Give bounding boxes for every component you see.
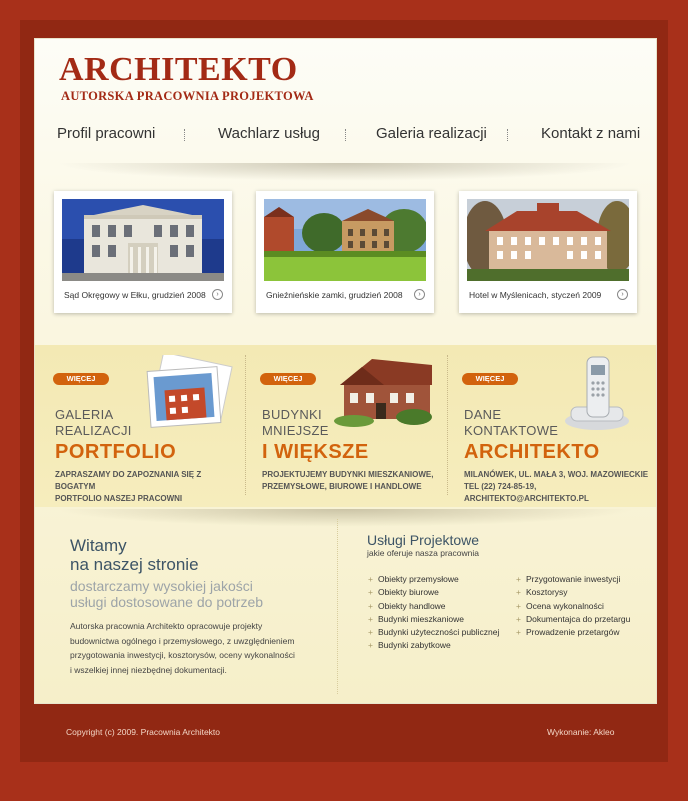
services-subtitle: jakie oferuje nasza pracownia xyxy=(367,548,479,558)
welcome-text-line: przygotowania inwestycji, kosztorysów, o… xyxy=(70,650,295,660)
service-item[interactable]: + Prowadzenie przetargów xyxy=(516,626,630,639)
feature-desc-line1: PROJEKTUJEMY BUDYNKI MIESZKANIOWE, xyxy=(262,470,434,479)
feature-contact: WIĘCEJ DANE KONTAKTOWE ARCHITEKTO MILANÓ… xyxy=(444,345,649,507)
gallery-card[interactable]: Gnieźnieńskie zamki, grudzień 2008 › xyxy=(256,191,434,313)
welcome-heading-line2: na naszej stronie xyxy=(70,555,199,574)
features-band: WIĘCEJ GALERIA REALIZACJI PORTFOLIO ZAPR… xyxy=(35,345,656,507)
nav-separator xyxy=(184,129,186,141)
gallery: Sąd Okręgowy w Ełku, grudzień 2008 › Gni… xyxy=(35,181,656,341)
welcome-text: Autorska pracownia Architekto opracowuje… xyxy=(70,619,320,677)
column-divider xyxy=(337,519,339,694)
feature-heading[interactable]: PORTFOLIO xyxy=(55,441,176,464)
feature-line1: GALERIA xyxy=(55,407,114,422)
feature-line2: REALIZACJI xyxy=(55,423,132,438)
plus-icon: + xyxy=(516,627,521,638)
features-shadow xyxy=(55,509,635,527)
gallery-card[interactable]: Hotel w Myślenicach, styczeń 2009 › xyxy=(459,191,637,313)
house-icon xyxy=(334,359,432,427)
services-list-left: + Obiekty przemysłowe + Obiekty biurowe + O… xyxy=(368,573,499,653)
service-item[interactable]: + Budynki mieszkaniowe xyxy=(368,613,499,626)
plus-icon: + xyxy=(516,600,521,611)
feature-portfolio: WIĘCEJ GALERIA REALIZACJI PORTFOLIO ZAPR… xyxy=(35,345,240,507)
feature-line2: KONTAKTOWE xyxy=(464,423,559,438)
photo-courthouse xyxy=(62,199,224,281)
more-button[interactable]: WIĘCEJ xyxy=(260,373,316,385)
services-list-right: + Przygotowanie inwestycji + Kosztorysy + O… xyxy=(516,573,630,639)
plus-icon: + xyxy=(516,574,521,584)
services-title: Usługi Projektowe xyxy=(367,532,480,548)
feature-buildings: WIĘCEJ BUDYNKI MNIEJSZE I WIĘKSZE PROJEK… xyxy=(242,345,447,507)
welcome-heading-line1: Witamy xyxy=(70,536,127,555)
phone-icon xyxy=(565,356,629,430)
gallery-caption: Gnieźnieńskie zamki, grudzień 2008 xyxy=(266,290,403,300)
feature-line1: DANE xyxy=(464,407,502,422)
service-item[interactable]: + Budynki zabytkowe xyxy=(368,639,499,652)
nav-item-kontakt[interactable]: Kontakt z nami xyxy=(541,125,640,142)
plus-icon: + xyxy=(368,640,373,651)
footer-copyright: Copyright (c) 2009. Pracownia Architekto xyxy=(66,727,221,737)
feature-line1: BUDYNKI xyxy=(262,407,322,422)
logo-subtitle: AUTORSKA PRACOWNIA PROJEKTOWA xyxy=(61,89,314,103)
arrow-right-icon[interactable]: › xyxy=(414,289,425,300)
welcome-tagline-line1: dostarczamy wysokiej jakości xyxy=(70,578,253,594)
feature-heading[interactable]: ARCHITEKTO xyxy=(464,441,600,464)
nav-separator xyxy=(507,129,509,141)
photo-hotel xyxy=(467,199,629,281)
welcome-tagline-line2: usługi dostosowane do potrzeb xyxy=(70,594,264,610)
nav-shadow xyxy=(55,163,635,181)
welcome-text-line: budownictwa ogólnego i przemysłowego, z … xyxy=(70,635,295,646)
gallery-caption: Hotel w Myślenicach, styczeń 2009 xyxy=(469,290,602,300)
service-item[interactable]: + Obiekty handlowe xyxy=(368,600,499,613)
plus-icon: + xyxy=(368,587,373,598)
feature-desc-line2: PORTFOLIO NASZEJ PRACOWNI xyxy=(55,494,183,503)
welcome-text-line: i wszelkiej innej niezbędnej dokumentacj… xyxy=(70,664,227,675)
main-nav: Profil pracowni Wachlarz usług Galeria r… xyxy=(35,125,656,147)
feature-description: ZAPRASZAMY DO ZAPOZNANIA SIĘ Z BOGATYM P… xyxy=(55,469,240,505)
gallery-card[interactable]: Sąd Okręgowy w Ełku, grudzień 2008 › xyxy=(54,191,232,313)
feature-desc-line1: MILANÓWEK, UL. MAŁA 3, WOJ. MAZOWIECKIE xyxy=(464,470,649,479)
nav-item-uslugi[interactable]: Wachlarz usług xyxy=(218,125,320,142)
plus-icon: + xyxy=(516,613,521,624)
plus-icon: + xyxy=(368,627,373,638)
service-item[interactable]: + Przygotowanie inwestycji xyxy=(516,573,630,586)
plus-icon: + xyxy=(368,600,373,611)
arrow-right-icon[interactable]: › xyxy=(617,289,628,300)
nav-separator xyxy=(345,129,347,141)
feature-description: MILANÓWEK, UL. MAŁA 3, WOJ. MAZOWIECKIE … xyxy=(464,469,649,505)
feature-desc-line2: PRZEMYSŁOWE, BIUROWE I HANDLOWE xyxy=(262,482,422,491)
welcome-text-line: Autorska pracownia Architekto opracowuje… xyxy=(70,621,263,631)
welcome-tagline: dostarczamy wysokiej jakości usługi dost… xyxy=(70,578,263,610)
plus-icon: + xyxy=(368,574,373,584)
feature-heading[interactable]: I WIĘKSZE xyxy=(262,441,369,464)
arrow-right-icon[interactable]: › xyxy=(212,289,223,300)
welcome-block: Witamy na naszej stronie dostarczamy wys… xyxy=(70,536,263,610)
photo-castle xyxy=(264,199,426,281)
feature-description: PROJEKTUJEMY BUDYNKI MIESZKANIOWE, PRZEM… xyxy=(262,469,433,493)
plus-icon: + xyxy=(516,587,521,598)
service-item[interactable]: + Dokumentajca do przetargu xyxy=(516,613,630,626)
service-item[interactable]: + Budynki użyteczności publicznej xyxy=(368,626,499,639)
more-button[interactable]: WIĘCEJ xyxy=(462,373,518,385)
footer-credit[interactable]: Wykonanie: Akleo xyxy=(547,727,615,737)
service-item[interactable]: + Obiekty przemysłowe xyxy=(368,573,499,586)
logo-title[interactable]: ARCHITEKTO xyxy=(59,51,298,89)
feature-line2: MNIEJSZE xyxy=(262,423,329,438)
service-item[interactable]: + Ocena wykonalności xyxy=(516,600,630,613)
nav-item-galeria[interactable]: Galeria realizacji xyxy=(376,125,487,142)
service-item[interactable]: + Obiekty biurowe xyxy=(368,586,499,599)
service-item[interactable]: + Kosztorysy xyxy=(516,586,630,599)
feature-desc-line1: ZAPRASZAMY DO ZAPOZNANIA SIĘ Z BOGATYM xyxy=(55,470,202,491)
photos-stack-icon xyxy=(146,355,233,428)
feature-desc-line2: TEL (22) 724-85-19, ARCHITEKTO@ARCHITEKT… xyxy=(464,482,589,503)
more-button[interactable]: WIĘCEJ xyxy=(53,373,109,385)
nav-item-profil[interactable]: Profil pracowni xyxy=(57,125,155,142)
plus-icon: + xyxy=(368,613,373,624)
gallery-caption: Sąd Okręgowy w Ełku, grudzień 2008 xyxy=(64,290,206,300)
